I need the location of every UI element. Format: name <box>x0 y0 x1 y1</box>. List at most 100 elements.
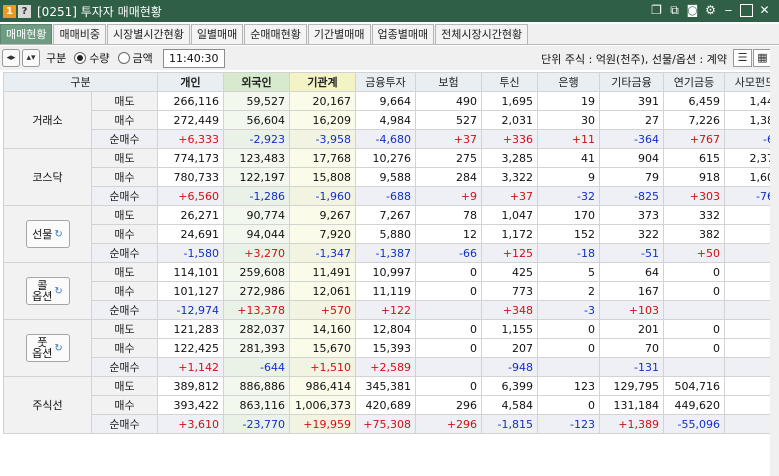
gear-icon[interactable]: ⚙ <box>704 3 717 17</box>
refresh-icon: ↻ <box>54 285 63 297</box>
table-row: 매수 272,449 56,604 16,209 4,984 527 2,031 30 27 7,… <box>4 110 779 130</box>
tab-4[interactable]: 일별매매 <box>190 24 244 44</box>
group-toggle-button[interactable]: 풋 옵션 ↻ <box>25 334 70 362</box>
data-cell: 986,414 <box>289 376 356 396</box>
data-cell: -2,923 <box>223 129 290 149</box>
data-cell: 918 <box>663 167 725 187</box>
data-cell: 123 <box>537 376 600 396</box>
data-cell: +50 <box>663 243 725 263</box>
data-cell: +37 <box>415 129 482 149</box>
column-header[interactable]: 투신 <box>481 72 538 92</box>
arrow-up-down-icon[interactable]: ▴▾ <box>22 49 40 67</box>
arrow-left-right-icon[interactable]: ◂▸ <box>2 49 20 67</box>
data-cell: 615 <box>663 148 725 168</box>
row-type-label: 매도 <box>91 262 158 282</box>
group-cell[interactable]: 선물 ↻ <box>3 205 92 263</box>
column-header[interactable]: 기관계 <box>289 72 356 92</box>
help-icon[interactable]: ? <box>18 4 31 18</box>
link-icon[interactable]: ⧉ <box>668 3 681 17</box>
table-row: 순매수+1,142-644+1,510+2,589-948-131-2,008 <box>4 357 779 377</box>
radio-amount[interactable] <box>117 52 130 64</box>
column-header[interactable]: 개인 <box>157 72 224 92</box>
column-header[interactable]: 외국인 <box>223 72 290 92</box>
data-cell: 3,285 <box>481 148 538 168</box>
data-cell: +336 <box>481 129 538 149</box>
data-cell <box>663 357 725 377</box>
radio-quantity-label[interactable]: 수량 <box>89 50 109 66</box>
screen-number-badge[interactable]: 1 <box>3 4 16 18</box>
group-cell[interactable]: 풋 옵션 ↻ <box>3 319 92 377</box>
group-label: 주식선 <box>32 399 63 412</box>
tab-7[interactable]: 업종별매매 <box>371 24 435 44</box>
tab-6[interactable]: 기간별매매 <box>307 24 371 44</box>
data-cell: +767 <box>663 129 725 149</box>
table-header-row: 구분개인외국인기관계금융투자보험투신은행기타금융연기금등사모펀드기타법인 <box>3 72 779 92</box>
data-cell: 1,172 <box>481 224 538 244</box>
data-cell: +19,959 <box>289 414 356 434</box>
vertical-scrollbar[interactable] <box>770 46 779 476</box>
camera-icon[interactable]: ◙ <box>686 3 699 17</box>
data-cell: 0 <box>415 319 482 339</box>
data-cell: 7,226 <box>663 110 725 130</box>
data-cell: 272,986 <box>223 281 290 301</box>
data-cell: 122,197 <box>223 167 290 187</box>
data-cell: 2,031 <box>481 110 538 130</box>
data-cell: 0 <box>415 338 482 358</box>
column-header[interactable]: 보험 <box>415 72 482 92</box>
data-cell: +296 <box>415 414 482 434</box>
row-type-label: 매도 <box>91 376 158 396</box>
refresh-icon: ↻ <box>54 342 63 354</box>
data-cell: 1,047 <box>481 205 538 225</box>
data-cell: 4,984 <box>355 110 416 130</box>
data-cell: +1,389 <box>599 414 664 434</box>
column-header[interactable]: 금융투자 <box>355 72 416 92</box>
radio-amount-label[interactable]: 금액 <box>133 50 153 66</box>
group-label: 거래소 <box>32 114 63 127</box>
data-cell: 0 <box>415 262 482 282</box>
column-header[interactable]: 구분 <box>3 72 158 92</box>
copy-icon[interactable]: ❐ <box>650 3 663 17</box>
close-icon[interactable]: ✕ <box>758 3 771 17</box>
row-type-label: 순매수 <box>91 186 158 206</box>
group-label: 콜 옵션 <box>32 279 53 303</box>
data-cell: 16,209 <box>289 110 356 130</box>
data-cell: 0 <box>537 395 600 415</box>
data-cell: -131 <box>599 357 664 377</box>
maximize-icon[interactable] <box>740 4 753 17</box>
tab-1[interactable]: 매매현황 <box>0 24 53 44</box>
time-field[interactable]: 11:40:30 <box>162 48 225 68</box>
data-cell: +125 <box>481 243 538 263</box>
data-cell: 527 <box>415 110 482 130</box>
group-toggle-button[interactable]: 선물 ↻ <box>25 220 70 248</box>
row-type-label: 매수 <box>91 338 158 358</box>
data-cell: -51 <box>599 243 664 263</box>
data-cell: 201 <box>599 319 664 339</box>
tab-8[interactable]: 전체시장시간현황 <box>435 24 529 44</box>
table-row: 순매수 +6,560 -1,286 -1,960 -688 +9 +37 -32 -825 +30… <box>4 186 779 206</box>
data-cell <box>663 300 725 320</box>
list-view-icon[interactable]: ☰ <box>733 49 752 67</box>
data-cell: 863,116 <box>223 395 290 415</box>
data-cell: 332 <box>663 205 725 225</box>
data-cell: 1,695 <box>481 91 538 111</box>
table-row: 순매수 +3,610 -23,770 +19,959 +75,308 +296 -1,815… <box>4 414 779 434</box>
group-cell[interactable]: 콜 옵션 ↻ <box>3 262 92 320</box>
group-toggle-button[interactable]: 콜 옵션 ↻ <box>25 277 70 305</box>
data-cell: 0 <box>415 281 482 301</box>
column-header[interactable]: 기타금융 <box>599 72 664 92</box>
column-header[interactable]: 은행 <box>537 72 600 92</box>
data-cell: -3,958 <box>289 129 356 149</box>
column-header[interactable]: 연기금등 <box>663 72 725 92</box>
data-cell: -1,387 <box>355 243 416 263</box>
data-cell: 0 <box>537 338 600 358</box>
data-cell: 207 <box>481 338 538 358</box>
tab-3[interactable]: 시장별시간현황 <box>106 24 190 44</box>
tab-2[interactable]: 매매비중 <box>53 24 106 44</box>
table-row: 매수 780,733 122,197 15,808 9,588 284 3,322 9 79 91… <box>4 167 779 187</box>
data-cell: 79 <box>599 167 664 187</box>
minimize-icon[interactable]: ‒ <box>722 3 735 17</box>
tab-5[interactable]: 순매매현황 <box>244 24 307 44</box>
radio-quantity[interactable] <box>74 52 87 64</box>
row-type-label: 매도 <box>91 91 158 111</box>
data-cell: 0 <box>537 319 600 339</box>
